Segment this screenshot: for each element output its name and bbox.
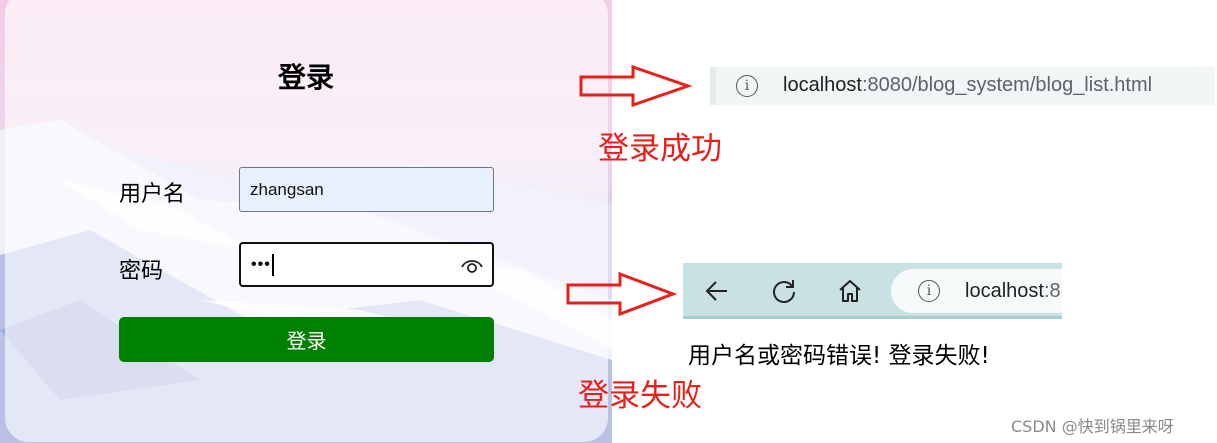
login-submit-button[interactable]: 登录 <box>119 317 494 362</box>
failure-address-bar[interactable]: i localhost:8 <box>891 269 1062 313</box>
browser-toolbar: i localhost:8 <box>683 263 1062 319</box>
home-icon[interactable] <box>836 277 864 305</box>
right-arrow-icon <box>579 64 693 108</box>
success-caption: 登录成功 <box>598 131 722 167</box>
username-value: zhangsan <box>250 179 324 199</box>
password-label: 密码 <box>119 259 164 284</box>
password-masked-value: ••• <box>251 255 271 273</box>
right-arrow-icon <box>566 271 678 317</box>
username-input[interactable]: zhangsan <box>239 167 494 212</box>
screenshot-canvas: 登录 用户名 zhangsan 密码 ••• 登录 i localhost:80… <box>0 0 1217 443</box>
eye-icon[interactable] <box>461 256 483 276</box>
failure-url[interactable]: localhost:8 <box>965 280 1061 303</box>
info-icon[interactable]: i <box>736 75 758 97</box>
login-title: 登录 <box>277 61 334 94</box>
failure-message: 用户名或密码错误! 登录失败! <box>688 343 990 369</box>
text-caret <box>271 253 274 276</box>
success-url[interactable]: localhost:8080/blog_system/blog_list.htm… <box>783 74 1152 97</box>
failure-caption: 登录失败 <box>578 378 702 414</box>
info-icon[interactable]: i <box>918 280 940 302</box>
password-input[interactable]: ••• <box>239 242 494 287</box>
username-label: 用户名 <box>119 182 186 207</box>
back-arrow-icon[interactable] <box>703 277 731 305</box>
reload-icon[interactable] <box>770 277 798 305</box>
success-address-bar[interactable]: i localhost:8080/blog_system/blog_list.h… <box>710 67 1215 105</box>
watermark: CSDN @快到锅里来呀 <box>1011 417 1174 436</box>
